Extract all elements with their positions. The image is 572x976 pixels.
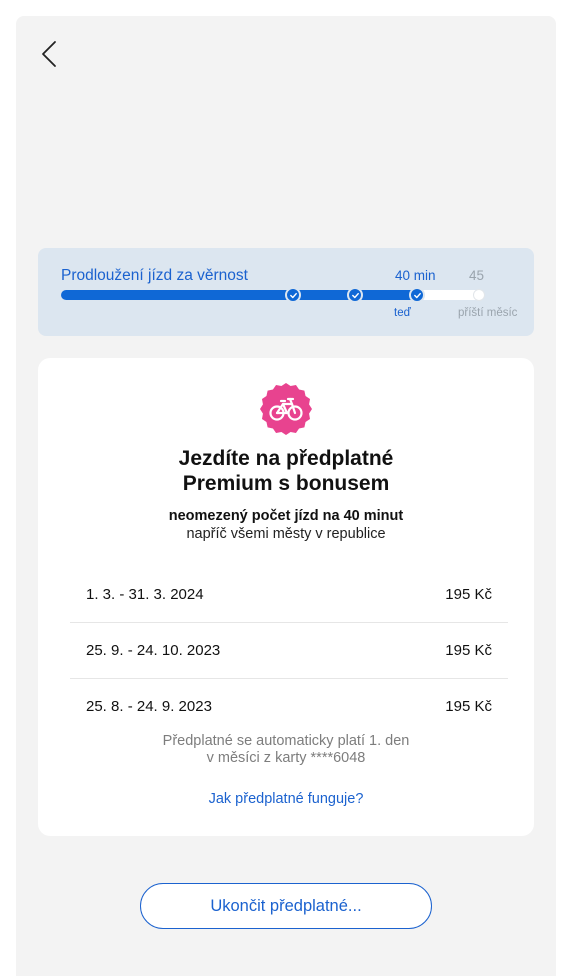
title-line-2: Premium s bonusem: [182, 472, 390, 495]
checkpoint-check-icon: [285, 287, 301, 303]
note-line-2: v měsíci z karty ****6048: [206, 750, 366, 766]
subscription-subtitle-strong: neomezený počet jízd na 40 minut: [168, 508, 404, 524]
payment-amount: 195 Kč: [445, 585, 492, 603]
next-caption: příští měsíc: [458, 307, 518, 319]
bicycle-icon: [260, 383, 312, 435]
payment-row: 25. 8. - 24. 9. 2023 195 Kč: [70, 678, 508, 734]
loyalty-progress-fill: [61, 290, 418, 300]
screen: Prodloužení jízd za věrnost 40 min 45 te…: [16, 16, 556, 976]
payment-period: 1. 3. - 31. 3. 2024: [86, 585, 204, 603]
next-tick-label: 45: [469, 268, 485, 283]
subscription-card: Jezdíte na předplatné Premium s bonusem …: [38, 358, 534, 836]
payment-note: Předplatné se automaticky platí 1. den v…: [38, 733, 534, 767]
back-button[interactable]: [36, 36, 66, 72]
payment-amount: 195 Kč: [445, 642, 492, 659]
cancel-subscription-button[interactable]: Ukončit předplatné...: [140, 883, 432, 929]
title-line-1: Jezdíte na předplatné: [178, 447, 394, 470]
payment-period: 25. 8. - 24. 9. 2023: [86, 698, 212, 715]
current-caption: teď: [394, 307, 411, 319]
payment-amount: 195 Kč: [445, 698, 492, 715]
loyalty-panel: Prodloužení jízd za věrnost 40 min 45 te…: [38, 248, 534, 336]
next-checkpoint-dot: [473, 289, 485, 301]
loyalty-title: Prodloužení jízd za věrnost: [61, 267, 248, 284]
loyalty-progress-bar: [61, 287, 485, 303]
payment-row: 25. 9. - 24. 10. 2023 195 Kč: [70, 622, 508, 678]
how-it-works-link[interactable]: Jak předplatné funguje?: [38, 791, 534, 807]
subscription-title: Jezdíte na předplatné Premium s bonusem: [38, 446, 534, 496]
checkpoint-check-icon: [347, 287, 363, 303]
payment-period: 25. 9. - 24. 10. 2023: [86, 642, 221, 659]
payment-list: 1. 3. - 31. 3. 2024 195 Kč 25. 9. - 24. …: [70, 566, 508, 734]
current-tick-label: 40 min: [395, 268, 436, 283]
note-line-1: Předplatné se automaticky platí 1. den: [162, 733, 410, 749]
chevron-left-icon: [42, 41, 56, 67]
payment-row: 1. 3. - 31. 3. 2024 195 Kč: [70, 566, 508, 622]
checkpoint-check-icon: [409, 287, 425, 303]
subscription-subtitle: napříč všemi městy v republice: [186, 526, 386, 542]
